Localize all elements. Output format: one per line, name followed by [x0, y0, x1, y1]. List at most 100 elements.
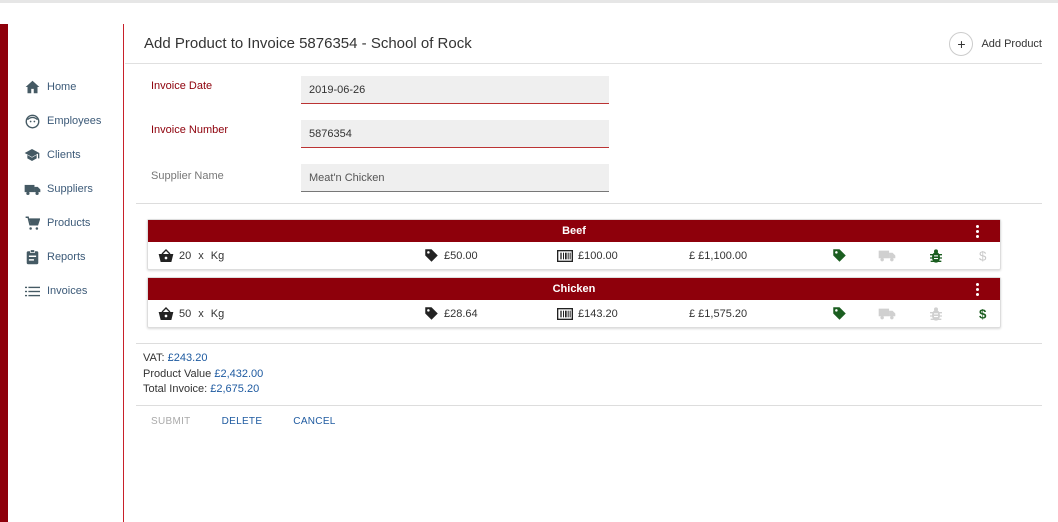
tag-status-icon[interactable] [832, 242, 852, 269]
school-icon [23, 146, 41, 164]
basket-icon [158, 306, 174, 320]
total-invoice-amount: £2,675.20 [210, 383, 260, 395]
supplier-name-row: Supplier Name [151, 164, 609, 192]
divider [136, 405, 1042, 406]
basket-icon [158, 248, 174, 262]
total-cell: £ £1,575.20 [689, 300, 747, 327]
total-invoice-label: Total Invoice: [143, 383, 208, 395]
total-cell: £ £1,100.00 [689, 242, 747, 269]
quantity-value: 20 [179, 249, 192, 262]
times-sign: x [198, 249, 204, 262]
product-name: Beef [562, 225, 586, 237]
sidebar-item-label: Employees [47, 115, 102, 127]
times-sign: x [198, 307, 204, 320]
sidebar-item-label: Products [47, 217, 91, 229]
submit-button[interactable]: SUBMIT [151, 416, 191, 427]
truck-icon [23, 180, 41, 198]
vat-line: VAT: £243.20 [143, 351, 263, 367]
sidebar-item-products[interactable]: Products [8, 206, 123, 240]
product-card-body: 20 x Kg £50.00 £100.00 £ £1,100.00 $ [148, 242, 1000, 269]
product-card: Chicken 50 x Kg £28.64 £143.20 £ £1,575.… [147, 277, 1001, 328]
bug-status-icon[interactable] [929, 300, 948, 327]
invoice-totals: VAT: £243.20 Product Value £2,432.00 Tot… [143, 351, 263, 398]
quantity-value: 50 [179, 307, 192, 320]
total-amount: £ £1,100.00 [689, 249, 748, 262]
sidebar-item-label: Home [47, 81, 77, 93]
price-value: £28.64 [444, 307, 478, 320]
truck-status-icon[interactable] [878, 300, 901, 327]
value-amount: £100.00 [578, 249, 618, 262]
vat-label: VAT: [143, 352, 165, 364]
list-icon [23, 282, 41, 300]
value-cell: £143.20 [557, 300, 618, 327]
sidebar-item-invoices[interactable]: Invoices [8, 274, 123, 308]
sidebar-item-label: Reports [47, 251, 86, 263]
invoice-number-field[interactable] [301, 120, 609, 148]
dollar-status-icon[interactable]: $ [978, 300, 993, 327]
barcode-icon [557, 249, 573, 262]
face-icon [23, 112, 41, 130]
divider [136, 203, 1042, 204]
dollar-status-icon[interactable]: $ [978, 242, 993, 269]
total-amount: £ £1,575.20 [689, 307, 748, 320]
page-title: Add Product to Invoice 5876354 - School … [144, 35, 472, 52]
price-tag-icon [425, 307, 438, 320]
cancel-button[interactable]: CANCEL [293, 416, 335, 427]
supplier-name-label: Supplier Name [151, 170, 224, 182]
invoice-date-field[interactable] [301, 76, 609, 104]
price-cell: £50.00 [424, 242, 478, 269]
sidebar-nav: Home Employees Clients Suppliers Product… [8, 70, 123, 308]
price-value: £50.00 [444, 249, 478, 262]
product-value-amount: £2,432.00 [214, 367, 264, 380]
sidebar-item-reports[interactable]: Reports [8, 240, 123, 274]
vat-value: £243.20 [167, 352, 208, 364]
invoice-number-row: Invoice Number [151, 120, 609, 148]
bug-status-icon[interactable] [929, 242, 948, 269]
price-cell: £28.64 [424, 300, 478, 327]
truck-status-icon[interactable] [878, 242, 901, 269]
sidebar-item-employees[interactable]: Employees [8, 104, 123, 138]
add-product-label: Add Product [981, 38, 1042, 50]
quantity-cell: 20 x Kg [158, 242, 224, 269]
product-value-line: Product Value £2,432.00 [143, 367, 263, 383]
cart-icon [23, 214, 41, 232]
product-card: Beef 20 x Kg £50.00 £100.00 £ £1,100.00 [147, 219, 1001, 270]
form-actions: SUBMIT DELETE CANCEL [151, 416, 367, 427]
sidebar-item-label: Suppliers [47, 183, 93, 195]
unit-value: Kg [210, 249, 225, 262]
sidebar-item-label: Invoices [47, 285, 88, 297]
add-product-button[interactable]: + Add Product [949, 32, 1042, 56]
svg-text:$: $ [979, 306, 987, 321]
plus-icon: + [949, 32, 974, 56]
tag-status-icon[interactable] [832, 300, 852, 327]
barcode-icon [557, 307, 573, 320]
main-panel: Add Product to Invoice 5876354 - School … [125, 24, 1058, 522]
value-amount: £143.20 [578, 307, 618, 320]
home-icon [23, 78, 41, 96]
sidebar-item-home[interactable]: Home [8, 70, 123, 104]
sidebar-item-suppliers[interactable]: Suppliers [8, 172, 123, 206]
total-invoice-line: Total Invoice: £2,675.20 [143, 382, 263, 398]
product-name: Chicken [552, 283, 596, 295]
clipboard-icon [23, 248, 41, 266]
divider [136, 343, 1042, 344]
invoice-form: Invoice Date Invoice Number Supplier Nam… [125, 64, 1058, 204]
supplier-name-field [301, 164, 609, 192]
unit-value: Kg [210, 307, 225, 320]
price-tag-icon [425, 249, 438, 262]
product-card-header: Chicken [148, 278, 1000, 300]
invoice-date-row: Invoice Date [151, 76, 609, 104]
more-vert-icon[interactable] [972, 223, 982, 239]
svg-text:$: $ [979, 248, 987, 263]
sidebar-item-clients[interactable]: Clients [8, 138, 123, 172]
product-card-body: 50 x Kg £28.64 £143.20 £ £1,575.20 $ [148, 300, 1000, 327]
brand-bar [0, 24, 8, 522]
more-vert-icon[interactable] [972, 281, 982, 297]
sidebar: Home Employees Clients Suppliers Product… [8, 24, 124, 522]
quantity-cell: 50 x Kg [158, 300, 224, 327]
invoice-number-label: Invoice Number [151, 124, 229, 136]
page-header: Add Product to Invoice 5876354 - School … [125, 24, 1042, 64]
value-cell: £100.00 [557, 242, 618, 269]
delete-button[interactable]: DELETE [222, 416, 263, 427]
product-value-label: Product Value [143, 367, 212, 380]
